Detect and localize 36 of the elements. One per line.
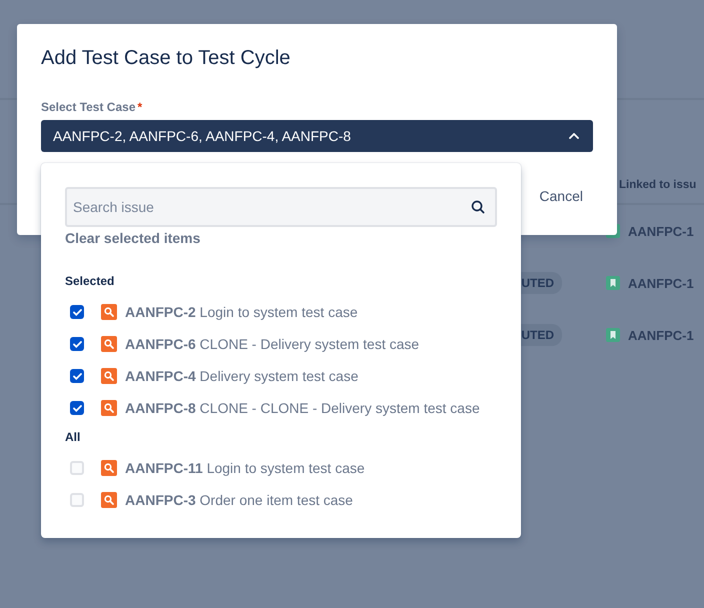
option-label[interactable]: AANFPC-11 Login to system test case (125, 460, 365, 476)
issue-link[interactable]: AANFPC-1 (628, 276, 694, 290)
checkbox[interactable] (70, 493, 84, 507)
magnifier-icon (101, 304, 117, 320)
checkmark-icon (72, 372, 82, 380)
magnifier-icon (101, 400, 117, 416)
checkbox[interactable] (70, 461, 84, 475)
option-label[interactable]: AANFPC-4 Delivery system test case (125, 368, 358, 384)
checkbox[interactable] (70, 401, 84, 415)
checkmark-icon (72, 340, 82, 348)
group-heading: All (65, 430, 82, 444)
option-label[interactable]: AANFPC-3 Order one item test case (125, 492, 353, 508)
option-label[interactable]: AANFPC-8 CLONE - CLONE - Delivery system test case (125, 400, 480, 416)
group-heading: Selected (65, 274, 116, 288)
checkbox[interactable] (70, 305, 84, 319)
option-label[interactable]: AANFPC-6 CLONE - Delivery system test case (125, 336, 420, 352)
checkbox[interactable] (70, 369, 84, 383)
issue-link[interactable]: AANFPC-1 (628, 224, 694, 238)
magnifier-icon (101, 460, 117, 476)
checkmark-icon (72, 308, 82, 316)
magnifier-icon (101, 336, 117, 352)
checkbox[interactable] (70, 337, 84, 351)
column-header: Linked to issu (619, 179, 696, 191)
field-label: Select Test Case * (41, 100, 144, 114)
search-field[interactable]: Search issue (65, 187, 497, 227)
test-case-select[interactable]: AANFPC-2, AANFPC-6, AANFPC-4, AANFPC-8 (41, 120, 593, 152)
magnifier-icon (101, 368, 117, 384)
cancel-button[interactable]: Cancel (529, 182, 593, 210)
magnifier-icon (101, 492, 117, 508)
option-label[interactable]: AANFPC-2 Login to system test case (125, 304, 358, 320)
chevron-icon (569, 133, 579, 139)
dialog-title: Add Test Case to Test Cycle (41, 46, 292, 71)
search-icon (471, 200, 485, 214)
issue-link[interactable]: AANFPC-1 (628, 328, 694, 342)
checkmark-icon (72, 404, 82, 412)
clear-selected-link[interactable]: Clear selected items (65, 230, 200, 246)
